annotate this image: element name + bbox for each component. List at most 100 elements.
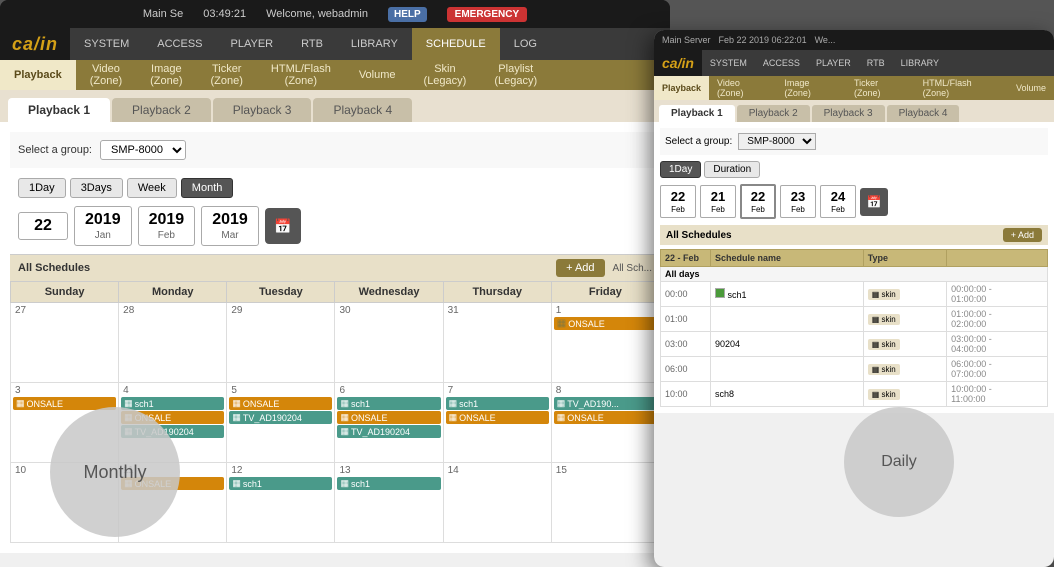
- calendar-event[interactable]: ▦ONSALE: [446, 411, 549, 424]
- subnav-html[interactable]: HTML/Flash(Zone): [257, 60, 345, 90]
- calendar-cell[interactable]: 28: [119, 303, 227, 383]
- tablet-nav-library[interactable]: LIBRARY: [893, 50, 947, 76]
- tab-playback4[interactable]: Playback 4: [313, 98, 412, 122]
- tablet-subnav-ticker[interactable]: Ticker (Zone): [846, 76, 915, 100]
- tablet-date-22[interactable]: 22 Feb: [740, 184, 776, 219]
- subnav-video[interactable]: Video(Zone): [76, 60, 136, 90]
- calendar-event[interactable]: ▦sch1: [229, 477, 332, 490]
- calendar-event[interactable]: ▦ONSALE: [554, 317, 657, 330]
- date-box-feb[interactable]: 2019 Feb: [138, 206, 196, 246]
- calendar-cell[interactable]: 29: [227, 303, 335, 383]
- schedule-name-cell[interactable]: 90204: [711, 332, 864, 357]
- group-label: Select a group:: [18, 144, 92, 156]
- tablet-add-button[interactable]: + Add: [1003, 228, 1042, 242]
- view-month[interactable]: Month: [181, 178, 234, 198]
- calendar-event[interactable]: ▦ONSALE: [229, 397, 332, 410]
- date-box-mar[interactable]: 2019 Mar: [201, 206, 259, 246]
- subnav-volume[interactable]: Volume: [345, 60, 410, 90]
- time-cell: 00:00: [661, 282, 711, 307]
- view-3days[interactable]: 3Days: [70, 178, 123, 198]
- calendar-cell[interactable]: 12 ▦sch1: [227, 463, 335, 543]
- calendar-event[interactable]: ▦sch1: [337, 477, 440, 490]
- col-sunday: Sunday: [11, 282, 119, 303]
- tablet-tab-pb2[interactable]: Playback 2: [737, 105, 810, 122]
- nav-library[interactable]: LIBRARY: [337, 28, 412, 60]
- group-select[interactable]: SMP-8000: [100, 140, 186, 160]
- calendar-cell[interactable]: 7 ▦sch1 ▦ONSALE: [443, 383, 551, 463]
- view-1day[interactable]: 1Day: [18, 178, 66, 198]
- tablet-tab-pb3[interactable]: Playback 3: [812, 105, 885, 122]
- nav-rtb[interactable]: RTB: [287, 28, 337, 60]
- time-cell: 06:00: [661, 357, 711, 382]
- tablet-subnav-image[interactable]: Image (Zone): [776, 76, 846, 100]
- nav-system[interactable]: SYSTEM: [70, 28, 143, 60]
- tablet-nav-access[interactable]: ACCESS: [755, 50, 808, 76]
- calendar-event[interactable]: ▦ONSALE: [554, 411, 657, 424]
- date-box-jan[interactable]: 2019 Jan: [74, 206, 132, 246]
- calendar-cell[interactable]: 1 ▦ONSALE: [551, 303, 659, 383]
- calendar-cell[interactable]: 31: [443, 303, 551, 383]
- calendar-cell[interactable]: 15: [551, 463, 659, 543]
- emergency-button[interactable]: EMERGENCY: [447, 7, 527, 22]
- calendar-cell[interactable]: 13 ▦sch1: [335, 463, 443, 543]
- nav-access[interactable]: ACCESS: [143, 28, 216, 60]
- daily-label: Daily: [881, 453, 917, 471]
- calendar-cell[interactable]: 14: [443, 463, 551, 543]
- calendar-cell[interactable]: 8 ▦TV_AD190... ▦ONSALE: [551, 383, 659, 463]
- tablet-tab-pb1[interactable]: Playback 1: [659, 105, 735, 122]
- tablet-nav-rtb[interactable]: RTB: [859, 50, 893, 76]
- calendar-cell[interactable]: 5 ▦ONSALE ▦TV_AD190204: [227, 383, 335, 463]
- calendar-icon: 📅: [274, 218, 291, 235]
- tablet-date-21[interactable]: 21 Feb: [700, 185, 736, 218]
- date-picker-button[interactable]: 📅: [265, 208, 301, 244]
- calendar-event[interactable]: ▦sch1: [337, 397, 440, 410]
- tablet-view-duration[interactable]: Duration: [704, 161, 760, 178]
- time-range-cell: 01:00:00 -02:00:00: [947, 307, 1048, 332]
- schedule-name-cell[interactable]: sch1: [711, 282, 864, 307]
- tablet-date-picker-button[interactable]: 📅: [860, 188, 888, 216]
- tablet-subnav-html[interactable]: HTML/Flash (Zone): [915, 76, 1008, 100]
- tablet-subnav-volume[interactable]: Volume: [1008, 76, 1054, 100]
- subnav-playlist[interactable]: Playlist(Legacy): [480, 60, 551, 90]
- help-button[interactable]: HELP: [388, 7, 427, 22]
- tab-playback1[interactable]: Playback 1: [8, 98, 110, 122]
- date-box-22[interactable]: 22: [18, 212, 68, 240]
- calendar-event[interactable]: ▦TV_AD190204: [229, 411, 332, 424]
- tablet-subnav-playback[interactable]: Playback: [654, 76, 709, 100]
- tablet-view-1day[interactable]: 1Day: [660, 161, 701, 178]
- tablet-date-22-first[interactable]: 22 Feb: [660, 185, 696, 218]
- schedule-name-cell[interactable]: sch8: [711, 382, 864, 407]
- subnav-image[interactable]: Image(Zone): [136, 60, 196, 90]
- schedule-checkbox[interactable]: [715, 288, 725, 298]
- tablet-date-23[interactable]: 23 Feb: [780, 185, 816, 218]
- nav-schedule[interactable]: SCHEDULE: [412, 28, 500, 60]
- calendar-cell[interactable]: 6 ▦sch1 ▦ONSALE ▦TV_AD190204: [335, 383, 443, 463]
- subnav-ticker[interactable]: Ticker(Zone): [197, 60, 257, 90]
- calendar-cell[interactable]: 30: [335, 303, 443, 383]
- schedule-name-cell[interactable]: [711, 357, 864, 382]
- nav-log[interactable]: LOG: [500, 28, 551, 60]
- calendar-event[interactable]: ▦sch1: [446, 397, 549, 410]
- tablet-nav-player[interactable]: PLAYER: [808, 50, 859, 76]
- tablet-date-24[interactable]: 24 Feb: [820, 185, 856, 218]
- tablet-group-select[interactable]: SMP-8000: [738, 133, 816, 150]
- time-range-cell: 03:00:00 -04:00:00: [947, 332, 1048, 357]
- tab-playback3[interactable]: Playback 3: [213, 98, 312, 122]
- server-time: 03:49:21: [203, 8, 246, 20]
- tablet-nav-system[interactable]: SYSTEM: [702, 50, 755, 76]
- calendar-cell[interactable]: 27: [11, 303, 119, 383]
- calendar-event[interactable]: ▦sch1: [121, 397, 224, 410]
- subnav-playback[interactable]: Playback: [0, 60, 76, 90]
- tab-playback2[interactable]: Playback 2: [112, 98, 211, 122]
- calendar-event[interactable]: ▦TV_AD190...: [554, 397, 657, 410]
- view-week[interactable]: Week: [127, 178, 177, 198]
- add-button[interactable]: + Add: [556, 259, 604, 277]
- subnav-skin[interactable]: Skin(Legacy): [410, 60, 481, 90]
- calendar-event[interactable]: ▦TV_AD190204: [337, 425, 440, 438]
- event-icon: ▦: [557, 398, 566, 409]
- tablet-tab-pb4[interactable]: Playback 4: [887, 105, 960, 122]
- schedule-name-cell[interactable]: [711, 307, 864, 332]
- tablet-subnav-video[interactable]: Video (Zone): [709, 76, 776, 100]
- nav-player[interactable]: PLAYER: [217, 28, 288, 60]
- calendar-event[interactable]: ▦ONSALE: [337, 411, 440, 424]
